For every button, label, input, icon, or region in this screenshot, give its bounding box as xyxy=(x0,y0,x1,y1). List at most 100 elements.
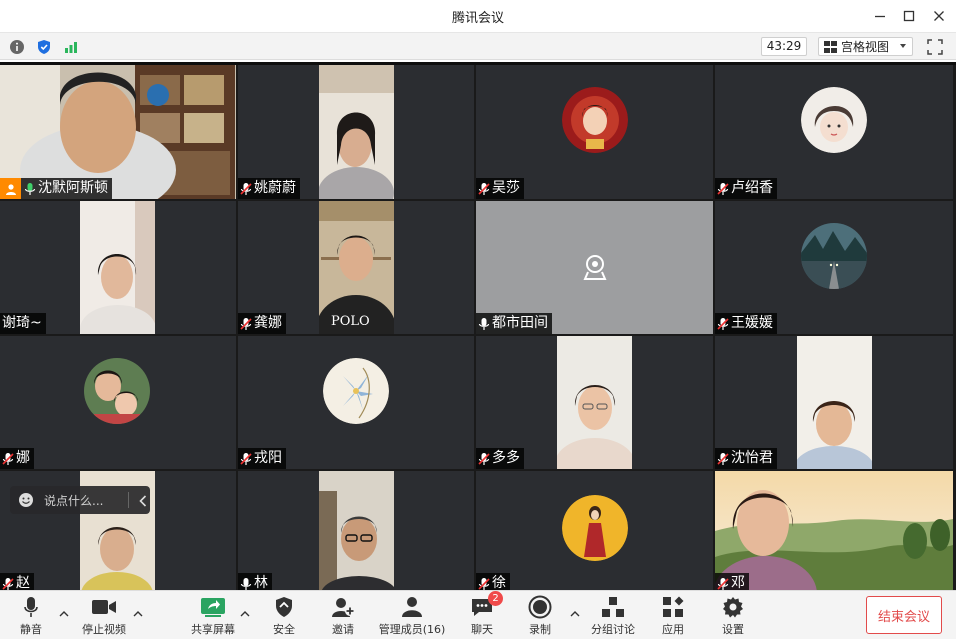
participant-tile[interactable]: 沈默阿斯顿 xyxy=(0,65,236,199)
participant-avatar xyxy=(801,87,867,153)
shield-icon[interactable] xyxy=(35,38,53,56)
mic-muted-icon xyxy=(717,182,729,196)
mute-button[interactable]: 静音 xyxy=(14,595,48,637)
participant-tile[interactable]: 林 xyxy=(238,471,474,594)
participant-tile[interactable]: 王媛媛 xyxy=(715,201,953,334)
close-button[interactable] xyxy=(926,4,952,28)
mic-icon xyxy=(240,577,252,591)
participant-name-tag: 多多 xyxy=(476,448,524,469)
participant-name-tag: 谢琦~ xyxy=(0,313,46,334)
chat-unread-badge: 2 xyxy=(488,591,503,606)
participant-tile[interactable]: 吴莎 xyxy=(476,65,713,199)
meeting-toolbar: 43:29 宫格视图 xyxy=(0,32,956,60)
signal-strength-icon[interactable] xyxy=(62,38,80,56)
stop-video-button[interactable]: 停止视频 xyxy=(80,595,128,637)
participant-name: 沈怡君 xyxy=(731,450,773,466)
participant-name: 吴莎 xyxy=(492,180,520,196)
info-icon[interactable] xyxy=(8,38,26,56)
participant-video xyxy=(80,201,155,334)
participant-avatar xyxy=(801,223,867,289)
participant-tile[interactable]: 沈怡君 xyxy=(715,336,953,469)
participant-avatar xyxy=(562,87,628,153)
mic-muted-icon xyxy=(717,577,729,591)
shield-icon xyxy=(276,597,292,617)
video-camera-icon xyxy=(92,600,116,614)
chevron-up-icon[interactable] xyxy=(59,610,69,618)
security-button[interactable]: 安全 xyxy=(269,595,299,637)
participant-name-tag: 都市田间 xyxy=(476,313,552,334)
minimize-button[interactable] xyxy=(867,4,893,28)
participant-name-tag: 娜 xyxy=(0,448,34,469)
record-label: 录制 xyxy=(529,623,551,636)
view-mode-label: 宫格视图 xyxy=(841,40,890,54)
participant-name: 娜 xyxy=(16,450,30,466)
breakout-rooms-button[interactable]: 分组讨论 xyxy=(589,595,637,637)
quick-chat-input[interactable]: 说点什么... xyxy=(10,486,150,514)
participant-video xyxy=(319,65,394,199)
chevron-left-icon[interactable] xyxy=(139,495,147,510)
chevron-up-icon[interactable] xyxy=(133,610,143,618)
participant-tile[interactable]: 邓 xyxy=(715,471,953,594)
participant-tile[interactable]: 姚蔚蔚 xyxy=(238,65,474,199)
participant-name: 龚娜 xyxy=(254,315,282,331)
participant-name-tag: 姚蔚蔚 xyxy=(238,178,300,199)
meeting-timer: 43:29 xyxy=(761,37,807,56)
mic-muted-icon xyxy=(2,577,14,591)
meeting-window: 腾讯会议 43:29 宫格视图 沈默阿斯顿 姚蔚蔚 吴莎 卢绍香 谢琦~ POL… xyxy=(0,0,956,639)
apps-label: 应用 xyxy=(662,623,684,636)
participant-name: 谢琦~ xyxy=(2,315,42,331)
chevron-up-icon[interactable] xyxy=(570,610,580,618)
invite-label: 邀请 xyxy=(332,623,354,636)
participant-avatar xyxy=(323,358,389,424)
close-icon xyxy=(934,11,944,21)
emoji-icon[interactable] xyxy=(18,492,34,508)
participant-video xyxy=(797,336,872,469)
participant-name: 卢绍香 xyxy=(731,180,773,196)
members-icon xyxy=(402,597,422,617)
chevron-up-icon[interactable] xyxy=(240,610,250,618)
apps-button[interactable]: 应用 xyxy=(658,595,688,637)
participant-tile[interactable]: 徐 xyxy=(476,471,713,594)
mic-muted-icon xyxy=(240,452,252,466)
fullscreen-icon xyxy=(927,39,943,55)
participant-tile[interactable]: 戎阳 xyxy=(238,336,474,469)
invite-user-icon xyxy=(332,598,355,617)
settings-button[interactable]: 设置 xyxy=(718,595,748,637)
mic-muted-icon xyxy=(717,317,729,331)
participant-name-tag: 沈默阿斯顿 xyxy=(0,178,112,199)
participant-name: 王媛媛 xyxy=(731,315,773,331)
fullscreen-button[interactable] xyxy=(926,38,944,56)
participant-tile[interactable]: 多多 xyxy=(476,336,713,469)
participant-tile[interactable]: POLO 龚娜 xyxy=(238,201,474,334)
share-screen-icon xyxy=(201,598,225,617)
window-title: 腾讯会议 xyxy=(451,11,504,26)
share-screen-button[interactable]: 共享屏幕 xyxy=(189,595,237,637)
participant-tile[interactable]: 都市田间 xyxy=(476,201,713,334)
gear-icon xyxy=(723,597,743,618)
chat-placeholder: 说点什么... xyxy=(44,493,104,508)
record-button[interactable]: 录制 xyxy=(525,595,555,637)
maximize-icon xyxy=(903,10,915,22)
manage-members-button[interactable]: 管理成员(16) xyxy=(378,595,446,637)
video-grid: 沈默阿斯顿 姚蔚蔚 吴莎 卢绍香 谢琦~ POLO 龚娜 都市田间 王媛媛 娜 … xyxy=(0,62,956,594)
participant-name-tag: 龚娜 xyxy=(238,313,286,334)
invite-button[interactable]: 邀请 xyxy=(328,595,358,637)
mic-icon xyxy=(478,317,490,331)
participant-video xyxy=(319,471,394,594)
participant-tile[interactable]: 谢琦~ xyxy=(0,201,236,334)
participant-tile[interactable]: 娜 xyxy=(0,336,236,469)
participant-avatar xyxy=(84,358,150,424)
participant-video: POLO xyxy=(319,201,394,334)
view-mode-select[interactable]: 宫格视图 xyxy=(818,37,913,56)
end-meeting-button[interactable]: 结束会议 xyxy=(866,596,942,634)
chat-button[interactable]: 2 聊天 xyxy=(467,591,503,637)
settings-label: 设置 xyxy=(722,623,744,636)
participant-name: 都市田间 xyxy=(492,315,548,331)
control-bar: 静音 停止视频 共享屏幕 安全 邀请 管理成员(16) 2 聊天 录制 分组讨论… xyxy=(0,590,956,639)
participant-tile[interactable]: 卢绍香 xyxy=(715,65,953,199)
share-screen-label: 共享屏幕 xyxy=(191,623,235,636)
mic-muted-icon xyxy=(478,452,490,466)
maximize-button[interactable] xyxy=(896,4,922,28)
security-label: 安全 xyxy=(273,623,295,636)
minimize-icon xyxy=(875,15,885,18)
